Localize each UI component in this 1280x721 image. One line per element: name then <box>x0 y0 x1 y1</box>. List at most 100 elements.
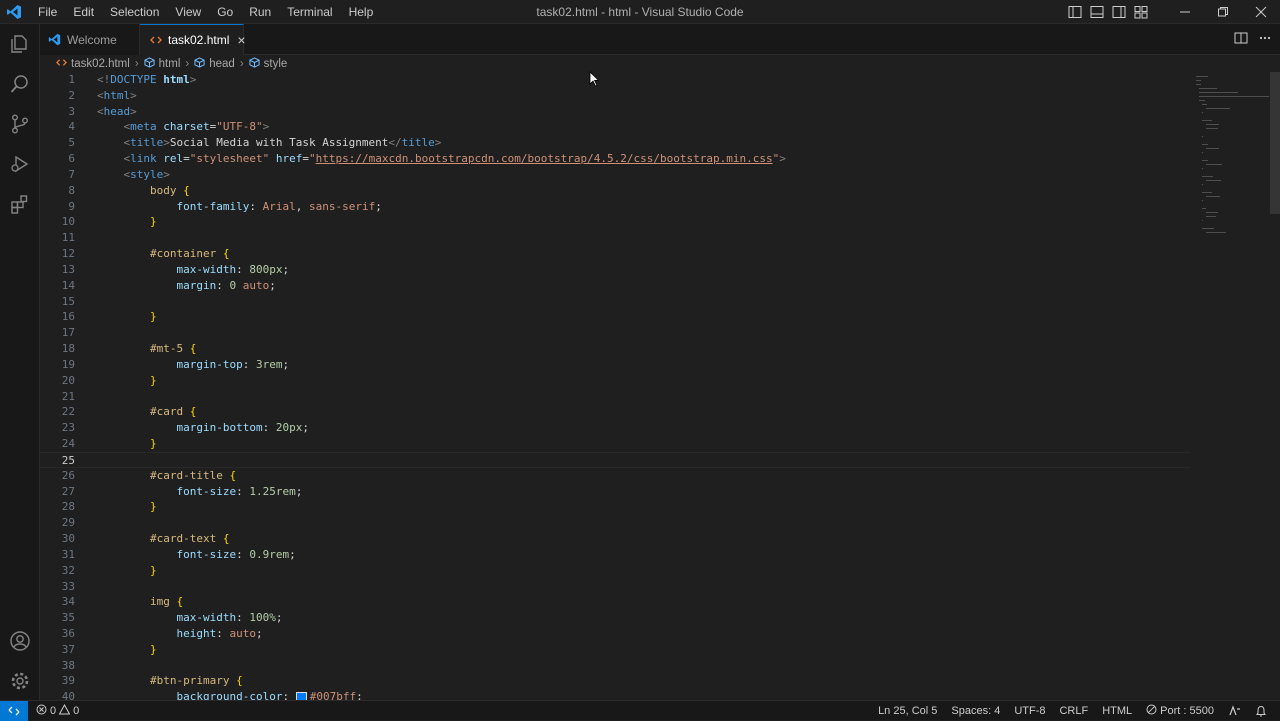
code-line[interactable]: 22 #card { <box>40 404 1190 420</box>
code-line[interactable]: 39 #btn-primary { <box>40 673 1190 689</box>
code-token: { <box>222 532 230 546</box>
minimap-line <box>1202 152 1204 153</box>
split-editor-icon[interactable] <box>1234 31 1248 48</box>
code-line[interactable]: 36 height: auto; <box>40 626 1190 642</box>
end-of-line[interactable]: CRLF <box>1052 705 1095 717</box>
customize-layout-icon[interactable] <box>1130 0 1152 24</box>
menu-item-run[interactable]: Run <box>241 0 279 24</box>
code-line[interactable]: 20 } <box>40 373 1190 389</box>
code-line[interactable]: 38 <box>40 658 1190 674</box>
code-line[interactable]: 5 <title>Social Media with Task Assignme… <box>40 135 1190 151</box>
extensions-icon[interactable] <box>0 184 40 224</box>
line-code: margin-bottom: 20px; <box>97 420 308 436</box>
indentation[interactable]: Spaces: 4 <box>944 705 1007 717</box>
accounts-icon[interactable] <box>0 621 40 661</box>
language-mode[interactable]: HTML <box>1095 705 1139 717</box>
code-line[interactable]: 18 #mt-5 { <box>40 341 1190 357</box>
breadcrumb-item[interactable]: html <box>144 56 180 71</box>
code-line[interactable]: 28 } <box>40 499 1190 515</box>
copilot-icon[interactable] <box>1221 705 1248 717</box>
tab-task02-html[interactable]: task02.html × <box>140 24 246 55</box>
code-line[interactable]: 17 <box>40 325 1190 341</box>
run-debug-icon[interactable] <box>0 144 40 184</box>
code-line[interactable]: 34 img { <box>40 594 1190 610</box>
menu-item-go[interactable]: Go <box>209 0 241 24</box>
file-encoding[interactable]: UTF-8 <box>1007 705 1052 717</box>
code-line[interactable]: 3 <head> <box>40 104 1190 120</box>
color-swatch[interactable] <box>295 691 307 700</box>
code-line[interactable]: 40 background-color: #007bff; <box>40 689 1190 700</box>
menu-item-file[interactable]: File <box>30 0 65 24</box>
minimap-line <box>1199 92 1238 93</box>
code-editor[interactable]: 1 <!DOCTYPE html> 2 <html> 3 <head> 4 <meta ch… <box>40 72 1280 700</box>
cursor-position[interactable]: Ln 25, Col 5 <box>871 705 944 717</box>
menu-item-view[interactable]: View <box>167 0 209 24</box>
code-line[interactable]: 23 margin-bottom: 20px; <box>40 420 1190 436</box>
code-line[interactable]: 21 <box>40 389 1190 405</box>
code-line[interactable]: 26 #card-title { <box>40 468 1190 484</box>
tab-welcome[interactable]: Welcome <box>40 24 140 55</box>
code-line[interactable]: 19 margin-top: 3rem; <box>40 357 1190 373</box>
code-line[interactable]: 27 font-size: 1.25rem; <box>40 484 1190 500</box>
code-line[interactable]: 14 margin: 0 auto; <box>40 278 1190 294</box>
explorer-icon[interactable] <box>0 24 40 64</box>
close-window-icon[interactable] <box>1242 0 1280 24</box>
breadcrumb-item[interactable]: style <box>249 56 287 71</box>
code-line[interactable]: 7 <style> <box>40 167 1190 183</box>
notifications-bell-icon[interactable] <box>1248 705 1274 717</box>
menu-item-help[interactable]: Help <box>341 0 382 24</box>
code-token: } <box>149 215 157 229</box>
settings-gear-icon[interactable] <box>0 661 40 701</box>
toggle-primary-sidebar-icon[interactable] <box>1064 0 1086 24</box>
menu-item-terminal[interactable]: Terminal <box>279 0 340 24</box>
breadcrumb-item[interactable]: head <box>194 56 235 71</box>
code-line[interactable]: 31 font-size: 0.9rem; <box>40 547 1190 563</box>
toggle-panel-icon[interactable] <box>1086 0 1108 24</box>
code-line[interactable]: 25 <box>40 451 1190 468</box>
code-token: head <box>103 104 131 118</box>
minimap-line <box>1205 128 1218 129</box>
code-line[interactable]: 15 <box>40 294 1190 310</box>
menu-item-edit[interactable]: Edit <box>65 0 102 24</box>
code-line[interactable]: 30 #card-text { <box>40 531 1190 547</box>
code-line[interactable]: 10 } <box>40 214 1190 230</box>
breadcrumb-item[interactable]: task02.html <box>56 57 130 71</box>
code-line[interactable]: 24 } <box>40 436 1190 452</box>
restore-icon[interactable] <box>1204 0 1242 24</box>
code-line[interactable]: 29 <box>40 515 1190 531</box>
code-line[interactable]: 33 <box>40 579 1190 595</box>
code-line[interactable]: 35 max-width: 100%; <box>40 610 1190 626</box>
toggle-secondary-sidebar-icon[interactable] <box>1108 0 1130 24</box>
code-line[interactable]: 2 <html> <box>40 88 1190 104</box>
problems-indicator[interactable]: 0 0 <box>36 703 79 718</box>
code-line[interactable]: 37 } <box>40 642 1190 658</box>
code-line[interactable]: 8 body { <box>40 183 1190 199</box>
code-token: } <box>149 642 157 656</box>
minimize-icon[interactable] <box>1166 0 1204 24</box>
code-line[interactable]: 32 } <box>40 563 1190 579</box>
search-icon[interactable] <box>0 64 40 104</box>
remote-indicator-icon[interactable] <box>0 700 28 721</box>
vertical-scrollbar[interactable] <box>1270 72 1280 700</box>
scrollbar-thumb[interactable] <box>1270 72 1280 214</box>
close-tab-icon[interactable]: × <box>237 32 245 48</box>
code-line[interactable]: 4 <meta charset="UTF-8"> <box>40 119 1190 135</box>
code-line[interactable]: 16 } <box>40 309 1190 325</box>
code-line[interactable]: 13 max-width: 800px; <box>40 262 1190 278</box>
code-line[interactable]: 11 <box>40 230 1190 246</box>
code-line[interactable]: 6 <link rel="stylesheet" href="https://m… <box>40 151 1190 167</box>
menu-item-selection[interactable]: Selection <box>102 0 167 24</box>
code-line[interactable]: 12 #container { <box>40 246 1190 262</box>
minimap-line <box>1205 196 1220 197</box>
line-code: #container { <box>97 246 229 262</box>
minimap[interactable] <box>1190 72 1270 700</box>
source-control-icon[interactable] <box>0 104 40 144</box>
code-token: #btn-primary <box>149 674 230 688</box>
live-server-port[interactable]: Port : 5500 <box>1139 704 1221 718</box>
code-line[interactable]: 9 font-family: Arial, sans-serif; <box>40 199 1190 215</box>
more-actions-icon[interactable] <box>1258 31 1272 48</box>
code-line[interactable]: 1 <!DOCTYPE html> <box>40 72 1190 88</box>
